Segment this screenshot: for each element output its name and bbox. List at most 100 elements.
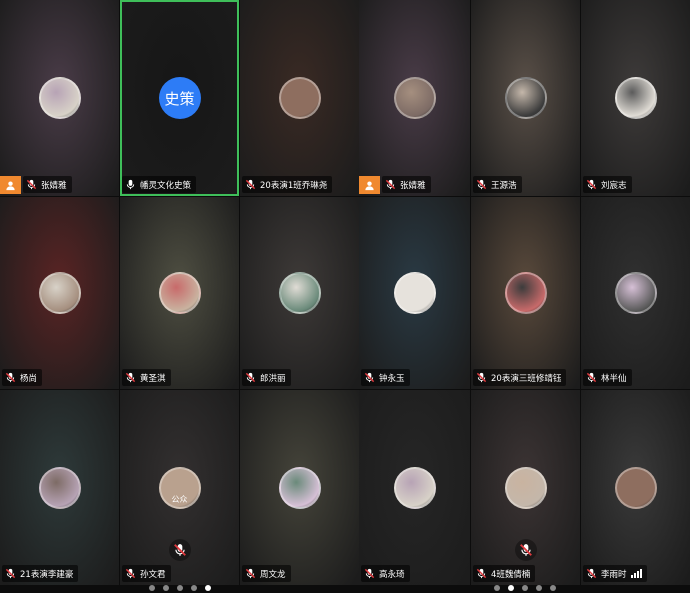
mic-muted-icon[interactable]	[168, 539, 191, 561]
avatar	[278, 272, 321, 314]
participant-nametag: 周文龙	[242, 565, 291, 582]
participant-name: 幡灵文化史策	[140, 180, 192, 191]
participant-name: 刘宸志	[601, 180, 627, 191]
mic-muted-icon	[586, 372, 597, 383]
avatar-caption: 公众	[171, 494, 188, 504]
person-icon	[0, 176, 21, 194]
mic-muted-icon	[476, 179, 487, 190]
participant-tile[interactable]: 20表演1班乔琳尧	[240, 0, 359, 196]
mic-muted-icon	[5, 372, 16, 383]
participant-nametag: 孙文君	[122, 565, 171, 582]
participant-nametag: 高永琦	[361, 565, 410, 582]
participant-nametag: 20表演三班修靖钰	[473, 369, 567, 386]
mic-muted-icon	[385, 179, 396, 190]
participant-name: 黄圣淇	[140, 373, 166, 384]
participant-tile[interactable]: 黄圣淇	[120, 197, 239, 389]
participant-tile[interactable]: 周文龙	[240, 390, 359, 585]
participant-nametag: 林半仙	[583, 369, 632, 386]
mic-muted-icon	[586, 568, 597, 579]
participant-tile[interactable]: 公众孙文君	[120, 390, 239, 585]
avatar-text: 史策	[158, 77, 201, 119]
participant-name: 郎洪丽	[260, 373, 286, 384]
participant-nametag: 幡灵文化史策	[122, 176, 197, 193]
participant-tile[interactable]: 杨尚	[0, 197, 119, 389]
participant-tile[interactable]: 王源浩	[471, 0, 580, 196]
participant-tile[interactable]: 郎洪丽	[240, 197, 359, 389]
participant-name: 张婧雅	[41, 180, 67, 191]
participant-name: 张婧雅	[400, 180, 426, 191]
page-dot[interactable]	[535, 585, 542, 591]
page-dot[interactable]	[162, 585, 169, 591]
mic-muted-icon	[125, 372, 136, 383]
participant-nametag: 20表演1班乔琳尧	[242, 176, 333, 193]
participant-nametag: 刘宸志	[583, 176, 632, 193]
avatar	[614, 466, 657, 509]
participant-name: 王源浩	[491, 180, 517, 191]
page-indicator[interactable]	[493, 585, 556, 591]
participant-nametag: 黄圣淇	[122, 369, 171, 386]
mic-muted-icon	[364, 372, 375, 383]
participant-tile[interactable]: 钟永玉	[359, 197, 470, 389]
avatar	[158, 272, 201, 314]
mic-icon	[125, 179, 136, 190]
page-dot[interactable]	[204, 585, 211, 591]
avatar	[38, 77, 81, 119]
avatar	[38, 272, 81, 314]
avatar	[504, 466, 547, 509]
mic-muted-icon	[5, 568, 16, 579]
participant-name: 钟永玉	[379, 373, 405, 384]
mic-muted-icon	[245, 568, 256, 579]
participant-name: 21表演李建豪	[20, 569, 74, 580]
page-dot[interactable]	[176, 585, 183, 591]
participant-nametag: 李雨时	[583, 565, 647, 582]
participant-nametag: 郎洪丽	[242, 369, 291, 386]
participant-tile[interactable]: 21表演李建豪	[0, 390, 119, 585]
signal-icon	[630, 569, 642, 578]
participant-tile[interactable]: 张婧雅	[359, 0, 470, 196]
mic-muted-icon	[476, 568, 487, 579]
participant-tile[interactable]: 史策幡灵文化史策	[120, 0, 239, 196]
page-dot[interactable]	[507, 585, 514, 591]
avatar	[393, 466, 436, 509]
mic-muted-icon	[125, 568, 136, 579]
participant-name: 杨尚	[20, 373, 38, 384]
avatar	[504, 272, 547, 314]
participant-name: 李雨时	[601, 569, 627, 580]
participant-name: 20表演三班修靖钰	[491, 373, 562, 384]
left-video-grid: 张婧雅 史策幡灵文化史策 20表演1班乔琳尧杨尚 黄圣淇 郎洪丽 21表演李建豪 公众孙文君…	[0, 0, 359, 593]
page-dot[interactable]	[190, 585, 197, 591]
participant-nametag: 张婧雅	[382, 176, 431, 193]
participant-tile[interactable]: 李雨时	[581, 390, 690, 585]
avatar	[504, 77, 547, 119]
right-video-grid: 张婧雅 王源浩 刘宸志钟永玉 20表演三班修靖钰 林半仙高永琦 4班魏倩楠 李雨时	[359, 0, 690, 593]
mic-muted-icon	[586, 179, 597, 190]
page-dot[interactable]	[549, 585, 556, 591]
page-dot[interactable]	[148, 585, 155, 591]
avatar	[38, 466, 81, 509]
participant-tile[interactable]: 20表演三班修靖钰	[471, 197, 580, 389]
participant-tile[interactable]: 4班魏倩楠	[471, 390, 580, 585]
participant-nametag: 张婧雅	[23, 176, 72, 193]
avatar	[614, 272, 657, 314]
participant-nametag: 杨尚	[2, 369, 43, 386]
participant-tile[interactable]: 刘宸志	[581, 0, 690, 196]
participant-tile[interactable]: 高永琦	[359, 390, 470, 585]
page-indicator[interactable]	[148, 585, 211, 591]
mic-muted-icon	[245, 372, 256, 383]
mic-muted-icon[interactable]	[514, 539, 537, 561]
participant-tile[interactable]: 林半仙	[581, 197, 690, 389]
mic-muted-icon	[476, 372, 487, 383]
page-dot[interactable]	[493, 585, 500, 591]
avatar	[278, 466, 321, 509]
participant-name: 20表演1班乔琳尧	[260, 180, 328, 191]
participant-name: 高永琦	[379, 569, 405, 580]
page-dot[interactable]	[521, 585, 528, 591]
participant-name: 4班魏倩楠	[491, 569, 531, 580]
participant-name: 林半仙	[601, 373, 627, 384]
participant-tile[interactable]: 张婧雅	[0, 0, 119, 196]
participant-name: 周文龙	[260, 569, 286, 580]
avatar	[393, 77, 436, 119]
avatar	[393, 272, 436, 314]
participant-name: 孙文君	[140, 569, 166, 580]
participant-nametag: 王源浩	[473, 176, 522, 193]
